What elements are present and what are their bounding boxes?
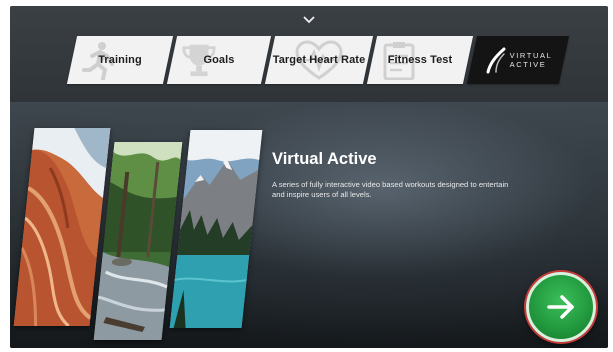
main-panel: Virtual Active A series of fully interac… xyxy=(10,102,608,348)
top-menu: Training Goals Target Heart Rate Fitness… xyxy=(10,6,608,102)
page-title: Virtual Active xyxy=(272,150,377,168)
virtual-active-line1: VIRTUAL xyxy=(509,51,553,60)
canyon-photo xyxy=(13,128,111,326)
tab-goals-label: Goals xyxy=(203,54,235,66)
tab-goals[interactable]: Goals xyxy=(166,36,272,84)
tab-target-heart-rate-label: Target Heart Rate xyxy=(272,54,366,66)
arrow-right-icon xyxy=(547,295,574,319)
virtual-active-line2: ACTIVE xyxy=(509,60,547,69)
road-swoosh-icon xyxy=(486,47,506,74)
tab-training[interactable]: Training xyxy=(66,36,174,84)
tab-fitness-test-label: Fitness Test xyxy=(387,54,453,66)
chevron-down-icon[interactable] xyxy=(301,13,317,27)
app-screen: Training Goals Target Heart Rate Fitness… xyxy=(10,6,608,348)
mountain-lake-photo xyxy=(169,130,263,328)
tab-fitness-test[interactable]: Fitness Test xyxy=(366,36,474,84)
tab-target-heart-rate[interactable]: Target Heart Rate xyxy=(264,36,374,84)
tab-training-label: Training xyxy=(98,54,142,66)
forest-stream-photo xyxy=(93,142,183,340)
page-description: A series of fully interactive video base… xyxy=(272,180,509,199)
next-button[interactable] xyxy=(526,272,596,342)
tab-virtual-active[interactable]: VIRTUAL ACTIVE xyxy=(466,36,570,84)
virtual-active-logo: VIRTUAL ACTIVE xyxy=(484,46,553,74)
